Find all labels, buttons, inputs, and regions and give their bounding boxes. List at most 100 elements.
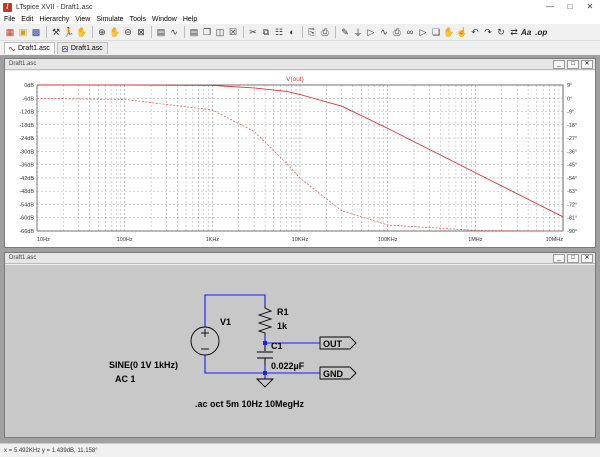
- close-window-icon[interactable]: ☒: [227, 26, 239, 38]
- schematic-window: Draft1.asc _ □ ✕ V1 SINE(0 1V 1kHz) AC 1…: [4, 252, 596, 438]
- save-icon[interactable]: ▩: [30, 26, 42, 38]
- voltage-source-v1[interactable]: [190, 326, 220, 356]
- plot-area[interactable]: 0dB -6dB -12dB -18dB -24dB -30dB -36dB -42dB -48…: [5, 71, 595, 247]
- tab-draft1-schematic[interactable]: Draft1.asc: [56, 42, 108, 54]
- open-folder-icon[interactable]: ▣: [17, 26, 29, 38]
- halt-icon[interactable]: ✋: [76, 26, 88, 38]
- title-bar: / LTspice XVII - Draft1.asc — □ ✕: [0, 0, 600, 14]
- bode-plot[interactable]: 0dB -6dB -12dB -18dB -24dB -30dB -36dB -42dB -48…: [5, 71, 595, 247]
- x-tick-label: 100Hz: [117, 237, 133, 243]
- status-bar: x = 5.492KHz y = 1.439dB, 11.158°: [0, 443, 600, 457]
- x-tick-label: 1MHz: [468, 237, 483, 243]
- menu-file[interactable]: File: [4, 16, 15, 23]
- copy-icon[interactable]: ⧉: [260, 26, 272, 38]
- document-tabs: Draft1.asc Draft1.asc: [0, 41, 600, 54]
- tile-horizontal-icon[interactable]: ▤: [188, 26, 200, 38]
- mdi-workspace: Draft1.asc _ □ ✕ 0dB -6dB -12dB -18dB -24dB -…: [0, 55, 600, 443]
- menu-hierarchy[interactable]: Hierarchy: [39, 16, 69, 23]
- find-icon[interactable]: ◐: [286, 26, 298, 38]
- print-setup-icon[interactable]: ⎘: [306, 26, 318, 38]
- minimize-button[interactable]: —: [540, 0, 560, 14]
- cascade-icon[interactable]: ❐: [201, 26, 213, 38]
- pan-icon[interactable]: ✋: [109, 26, 121, 38]
- menu-tools[interactable]: Tools: [130, 16, 146, 23]
- move-icon[interactable]: ✋: [443, 26, 455, 38]
- y-left-tick-label: -54dB: [19, 202, 34, 208]
- window-controls: — □ ✕: [540, 0, 600, 14]
- toolbar-separator: [335, 26, 336, 38]
- maximize-button[interactable]: □: [560, 0, 580, 14]
- v1-ac[interactable]: AC 1: [115, 374, 136, 384]
- schematic-minimize-button[interactable]: _: [553, 254, 565, 263]
- mirror-icon[interactable]: ⇄: [508, 26, 520, 38]
- waveform-close-button[interactable]: ✕: [581, 60, 593, 69]
- schematic-canvas[interactable]: V1 SINE(0 1V 1kHz) AC 1 R1 1k C1 0.022µF: [5, 265, 595, 437]
- menu-edit[interactable]: Edit: [21, 16, 33, 23]
- junction-dot: [263, 341, 267, 345]
- waveform-icon[interactable]: ∿: [168, 26, 180, 38]
- paste-icon[interactable]: ☷: [273, 26, 285, 38]
- r1-value[interactable]: 1k: [277, 321, 288, 331]
- resistor-r1[interactable]: [257, 305, 273, 335]
- label-net-icon[interactable]: ▷: [365, 26, 377, 38]
- control-panel-icon[interactable]: ⚒: [50, 26, 62, 38]
- y-left-tick-label: -24dB: [19, 136, 34, 142]
- undo-icon[interactable]: ↶: [469, 26, 481, 38]
- ground-symbol[interactable]: [255, 378, 275, 388]
- rotate-icon[interactable]: ↻: [495, 26, 507, 38]
- c1-value[interactable]: 0.022µF: [271, 361, 305, 371]
- zoom-fit-icon[interactable]: ⊠: [135, 26, 147, 38]
- y-left-tick-label: -6dB: [22, 96, 34, 102]
- menu-help[interactable]: Help: [183, 16, 197, 23]
- diode-icon[interactable]: ▷: [417, 26, 429, 38]
- net-label-out[interactable]: OUT: [319, 336, 357, 350]
- autorange-icon[interactable]: ▤: [155, 26, 167, 38]
- new-schematic-icon[interactable]: ▦: [4, 26, 16, 38]
- tile-vertical-icon[interactable]: ◫: [214, 26, 226, 38]
- x-tick-label: 100KHz: [378, 237, 398, 243]
- text-tool-button[interactable]: Aa: [521, 28, 531, 37]
- net-label-gnd[interactable]: GND: [319, 366, 357, 380]
- waveform-restore-button[interactable]: □: [567, 60, 579, 69]
- spice-directive[interactable]: .ac oct 5m 10Hz 10MegHz: [195, 399, 305, 409]
- drag-icon[interactable]: ☝: [456, 26, 468, 38]
- x-tick-label: 10KHz: [292, 237, 309, 243]
- menu-view[interactable]: View: [75, 16, 90, 23]
- y-right-tick-label: 9°: [567, 83, 572, 89]
- schematic-close-button[interactable]: ✕: [581, 254, 593, 263]
- capacitor-icon[interactable]: ⎙: [391, 26, 403, 38]
- resistor-icon[interactable]: ∿: [378, 26, 390, 38]
- waveform-window-title-text: Draft1.asc: [9, 61, 37, 67]
- v1-label[interactable]: V1: [220, 317, 231, 327]
- tab-draft1-waveform[interactable]: Draft1.asc: [4, 42, 55, 54]
- y-right-tick-label: -9°: [567, 110, 574, 116]
- inductor-icon[interactable]: ∞: [404, 26, 416, 38]
- waveform-window-title: Draft1.asc: [5, 59, 595, 70]
- run-icon[interactable]: 🏃: [63, 26, 75, 38]
- cut-icon[interactable]: ✂: [247, 26, 259, 38]
- gnd-label-text: GND: [323, 369, 344, 379]
- r1-label[interactable]: R1: [277, 307, 289, 317]
- schematic-restore-button[interactable]: □: [567, 254, 579, 263]
- component-icon[interactable]: ❏: [430, 26, 442, 38]
- y-right-tick-label: -63°: [567, 189, 577, 195]
- wire-icon[interactable]: ✎: [339, 26, 351, 38]
- waveform-doc-icon: [9, 46, 15, 51]
- c1-label[interactable]: C1: [271, 341, 283, 351]
- menu-window[interactable]: Window: [152, 16, 177, 23]
- schematic-window-controls: _ □ ✕: [551, 254, 593, 263]
- zoom-in-icon[interactable]: ⊕: [96, 26, 108, 38]
- ground-icon[interactable]: ⏚: [352, 26, 364, 38]
- zoom-out-icon[interactable]: ⊖: [122, 26, 134, 38]
- redo-icon[interactable]: ↷: [482, 26, 494, 38]
- close-button[interactable]: ✕: [580, 0, 600, 14]
- spice-directive-button[interactable]: .op: [535, 28, 547, 37]
- trace-name-vout[interactable]: V(out): [286, 76, 304, 83]
- schematic-drawing[interactable]: V1 SINE(0 1V 1kHz) AC 1 R1 1k C1 0.022µF: [5, 265, 595, 437]
- waveform-minimize-button[interactable]: _: [553, 60, 565, 69]
- y-left-tick-label: 0dB: [24, 83, 34, 89]
- menu-simulate[interactable]: Simulate: [96, 16, 123, 23]
- v1-value[interactable]: SINE(0 1V 1kHz): [109, 360, 178, 370]
- schematic-window-title: Draft1.asc: [5, 253, 595, 264]
- print-icon[interactable]: ⎙: [319, 26, 331, 38]
